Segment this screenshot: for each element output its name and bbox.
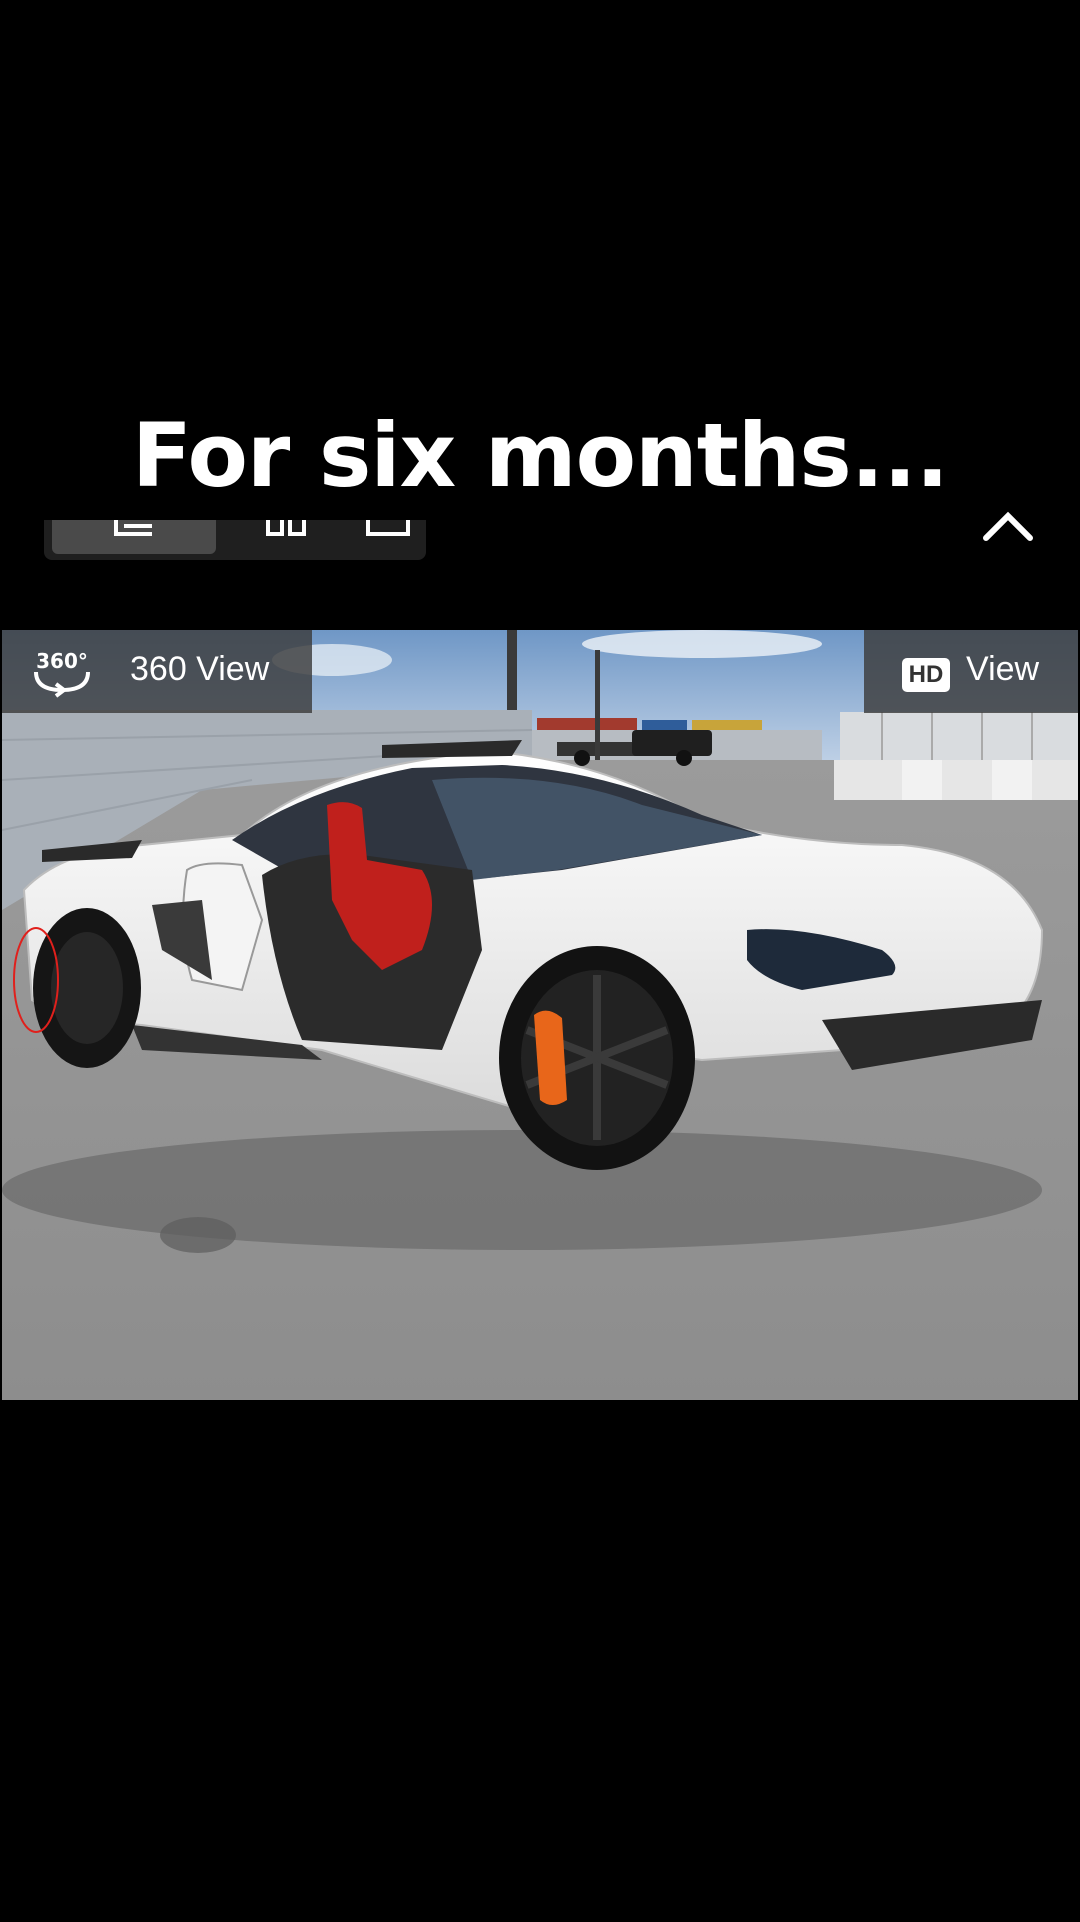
single-view-icon — [366, 520, 410, 536]
hd-view-label: View — [966, 650, 1040, 688]
grid-view-icon — [266, 520, 306, 536]
360-view-button[interactable]: 360° 360 View — [2, 630, 312, 713]
car-photo-image — [2, 630, 1078, 1400]
view-mode-toggle[interactable] — [44, 520, 426, 560]
caption-text: For six months... — [131, 404, 949, 507]
collapse-button[interactable] — [980, 506, 1036, 546]
list-view-icon — [114, 520, 152, 536]
chevron-up-icon — [983, 511, 1033, 541]
360-badge-text: 360° — [36, 649, 88, 673]
single-view-button[interactable] — [356, 520, 420, 554]
vehicle-photo[interactable]: 360° 360 View HD View — [2, 630, 1078, 1400]
hd-badge-icon: HD — [902, 658, 950, 692]
hd-view-button[interactable]: HD View — [864, 630, 1078, 713]
list-view-button[interactable] — [52, 520, 216, 554]
360-view-label: 360 View — [130, 650, 270, 688]
rotate-360-icon: 360° — [34, 649, 90, 698]
grid-view-button[interactable] — [220, 520, 352, 554]
